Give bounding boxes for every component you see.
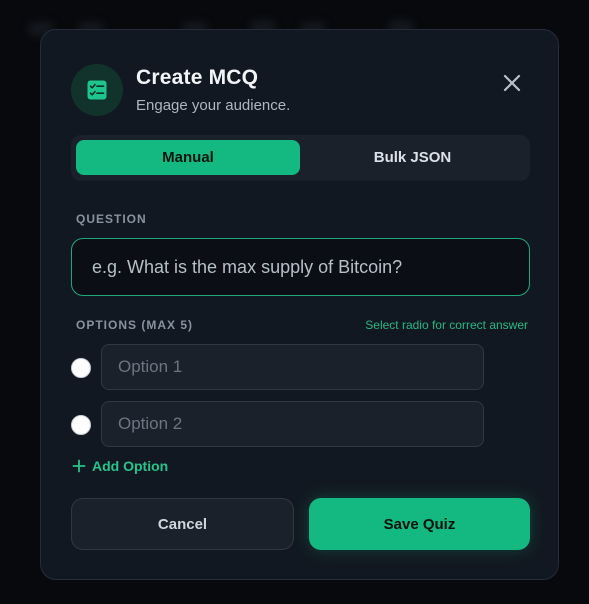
add-option-label: Add Option [92, 458, 169, 474]
tab-bulk-json[interactable]: Bulk JSON [300, 140, 525, 175]
create-mcq-modal: Create MCQ Engage your audience. Manual … [40, 29, 559, 580]
quiz-checklist-icon [71, 64, 123, 116]
cancel-button[interactable]: Cancel [71, 498, 294, 550]
add-option-button[interactable]: Add Option [72, 458, 168, 474]
options-label: OPTIONS (MAX 5) [76, 318, 194, 332]
mode-tabs: Manual Bulk JSON [71, 135, 530, 181]
plus-icon [72, 459, 86, 473]
save-quiz-button[interactable]: Save Quiz [309, 498, 530, 550]
option-1-input[interactable] [101, 344, 484, 390]
option-1-radio[interactable] [71, 358, 91, 378]
close-icon [503, 74, 521, 92]
modal-title: Create MCQ [136, 66, 259, 89]
close-button[interactable] [496, 67, 528, 99]
question-input[interactable] [71, 238, 530, 296]
option-2-radio[interactable] [71, 415, 91, 435]
question-label: QUESTION [76, 212, 147, 226]
modal-subtitle: Engage your audience. [136, 97, 291, 114]
tab-manual[interactable]: Manual [76, 140, 300, 175]
correct-answer-hint: Select radio for correct answer [365, 318, 528, 332]
option-2-input[interactable] [101, 401, 484, 447]
